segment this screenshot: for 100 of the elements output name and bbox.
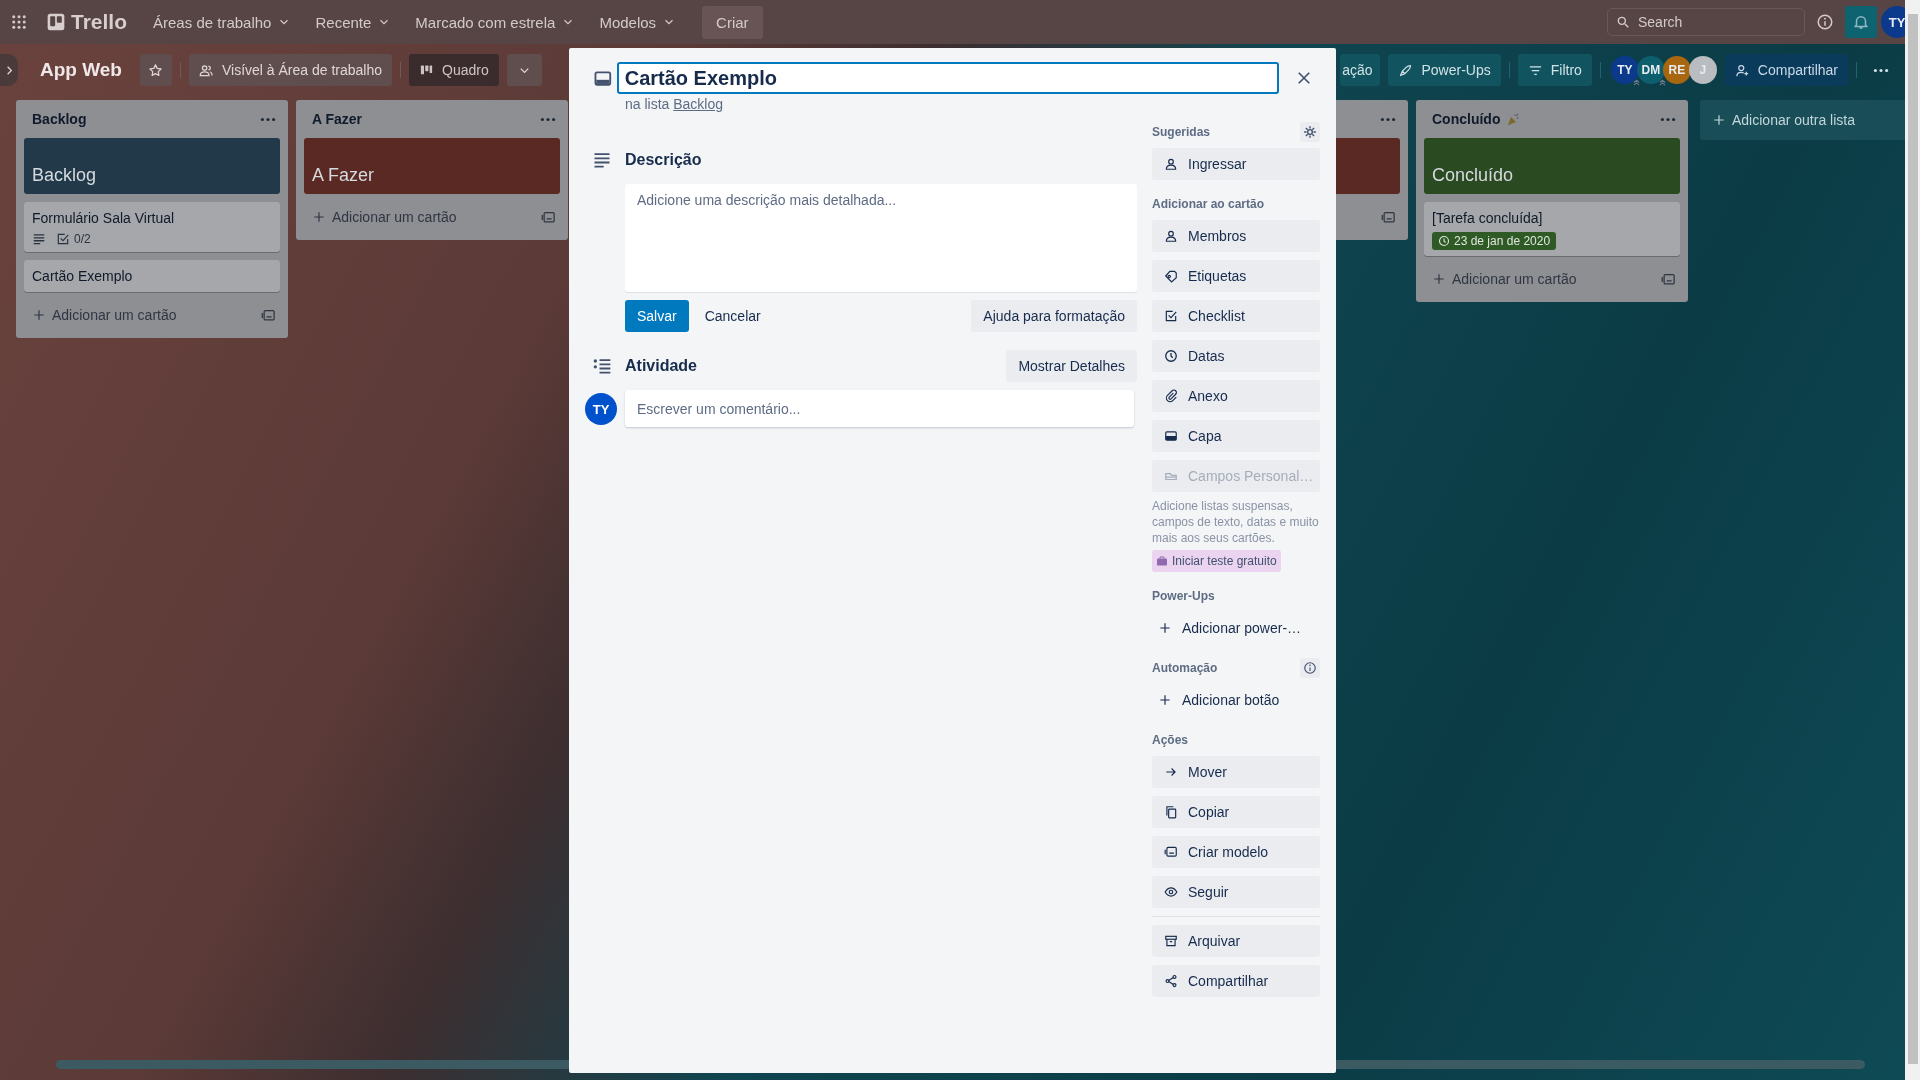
sidebar-button[interactable]: Membros	[1152, 220, 1320, 252]
member-avatar[interactable]: TY	[1610, 56, 1639, 84]
template-icon[interactable]	[1381, 209, 1396, 225]
scrollbar[interactable]	[1905, 0, 1920, 1080]
description-icon	[32, 232, 46, 246]
member-avatar[interactable]: RE	[1662, 56, 1691, 84]
sidebar-toggle[interactable]	[0, 54, 18, 86]
save-button[interactable]: Salvar	[625, 300, 689, 332]
template-icon	[1164, 845, 1178, 859]
template-icon[interactable]	[1661, 271, 1676, 287]
card[interactable]: Cartão Exemplo	[24, 260, 280, 292]
apps-icon[interactable]	[10, 13, 28, 31]
sidebar-button[interactable]: Seguir	[1152, 876, 1320, 908]
tag-icon	[1164, 269, 1178, 283]
info-icon	[1303, 661, 1317, 675]
info-button[interactable]	[1300, 658, 1320, 678]
template-icon[interactable]	[541, 209, 556, 225]
cover-title: Backlog	[32, 165, 97, 186]
list-link[interactable]: Backlog	[673, 96, 724, 112]
template-icon[interactable]	[261, 307, 276, 323]
paperclip-icon	[1164, 389, 1178, 403]
sidebar-button[interactable]: Criar modelo	[1152, 836, 1320, 868]
admin-chevron-icon	[1631, 78, 1641, 87]
user-avatar: TY	[585, 393, 617, 425]
sidebar-button[interactable]: Anexo	[1152, 380, 1320, 412]
briefcase-icon	[1156, 555, 1168, 567]
nav-menu[interactable]: Áreas de trabalho	[143, 7, 302, 37]
search-field[interactable]: Search	[1607, 8, 1805, 36]
settings-button[interactable]	[1300, 122, 1320, 142]
sidebar-button[interactable]: Arquivar	[1152, 925, 1320, 957]
sidebar-heading: Automação	[1152, 661, 1218, 675]
filter-button[interactable]: Filtro	[1517, 54, 1592, 86]
more-icon	[260, 116, 276, 122]
show-details-button[interactable]: Mostrar Detalhes	[1006, 350, 1137, 382]
card-title: Formulário Sala Virtual	[32, 209, 176, 228]
list-cover-card[interactable]: Concluído	[1424, 138, 1680, 194]
star-button[interactable]	[140, 54, 172, 86]
logo[interactable]: Trello	[46, 10, 128, 34]
settings-icon	[1303, 125, 1317, 139]
cover-title: A Fazer	[312, 165, 375, 186]
admin-chevron-icon	[1657, 78, 1667, 87]
notifications-button[interactable]	[1845, 6, 1877, 38]
plus-icon	[312, 210, 326, 224]
formatting-help-button[interactable]: Ajuda para formatação	[971, 300, 1137, 332]
add-card-button[interactable]: Adicionar um cartão	[312, 209, 457, 225]
sidebar-button[interactable]: Compartilhar	[1152, 965, 1320, 997]
copy-icon	[1164, 805, 1178, 819]
automation-button[interactable]: ação	[1340, 54, 1381, 86]
sidebar-button[interactable]: Copiar	[1152, 796, 1320, 828]
checklist-count: 0/2	[74, 232, 91, 246]
sidebar-button[interactable]: Adicionar botão	[1152, 684, 1320, 716]
plus-icon	[32, 308, 46, 322]
list-title[interactable]: Backlog	[32, 111, 87, 127]
card[interactable]: [Tarefa concluída] 23 de jan de 2020	[1424, 202, 1680, 256]
cover-icon	[1164, 429, 1178, 443]
user-avatar[interactable]: TY	[1881, 6, 1905, 38]
title-field[interactable]: Cartão Exemplo	[616, 62, 1279, 94]
sidebar-heading: Ações	[1152, 733, 1189, 747]
sidebar-button[interactable]: Etiquetas	[1152, 260, 1320, 292]
card[interactable]: Formulário Sala Virtual 0/2	[24, 202, 280, 252]
eye-icon	[1164, 885, 1178, 899]
share-button[interactable]: Compartilhar	[1724, 54, 1848, 86]
card-title: [Tarefa concluída]	[1432, 209, 1544, 228]
add-list-button[interactable]: Adicionar outra lista	[1700, 100, 1905, 140]
nav-menu[interactable]: Marcado com estrela	[405, 7, 586, 37]
sidebar-button[interactable]: Datas	[1152, 340, 1320, 372]
list-title[interactable]: A Fazer	[312, 111, 363, 127]
more-icon	[1660, 116, 1676, 122]
sidebar-button[interactable]: Adicionar power-…	[1152, 612, 1320, 644]
board-logo-icon	[46, 12, 66, 32]
description-field[interactable]: Adicione uma descrição mais detalhada...	[625, 184, 1137, 292]
sidebar-button[interactable]: Checklist	[1152, 300, 1320, 332]
sidebar-button[interactable]: Mover	[1152, 756, 1320, 788]
add-card-button[interactable]: Adicionar um cartão	[32, 307, 177, 323]
sidebar-heading: Adicionar ao cartão	[1152, 197, 1265, 211]
comment-field[interactable]: Escrever um comentário...	[625, 390, 1134, 427]
list-cover-card[interactable]: A Fazer	[304, 138, 560, 194]
view-switcher-button[interactable]: Quadro	[409, 54, 499, 86]
cancel-button[interactable]: Cancelar	[692, 300, 773, 332]
create-button[interactable]: Criar	[702, 5, 763, 39]
sidebar-heading: Sugeridas	[1152, 125, 1211, 139]
list-cover-card[interactable]: Backlog	[24, 138, 280, 194]
sidebar-button[interactable]: Capa	[1152, 420, 1320, 452]
section-title: Descrição	[625, 151, 702, 169]
nav-menu[interactable]: Recente	[305, 7, 402, 37]
power-ups-button[interactable]: Power-Ups	[1388, 54, 1501, 86]
free-trial-button[interactable]: Iniciar teste gratuito	[1152, 550, 1281, 572]
add-card-button[interactable]: Adicionar um cartão	[1432, 271, 1577, 287]
nav-menu[interactable]: Modelos	[589, 7, 687, 37]
checkbox-icon	[1164, 309, 1178, 323]
list-icon	[592, 356, 612, 376]
member-avatar[interactable]: DM	[1636, 56, 1665, 84]
board-title[interactable]: App Web	[26, 59, 132, 81]
plus-icon	[1432, 272, 1446, 286]
search-icon	[1616, 15, 1630, 29]
list-title[interactable]: Concluído	[1432, 111, 1522, 127]
visibility-button[interactable]: Visível à Área de trabalho	[189, 54, 393, 86]
clock-icon	[1164, 349, 1178, 363]
share-icon	[1164, 974, 1178, 988]
sidebar-button[interactable]: Ingressar	[1152, 148, 1320, 180]
